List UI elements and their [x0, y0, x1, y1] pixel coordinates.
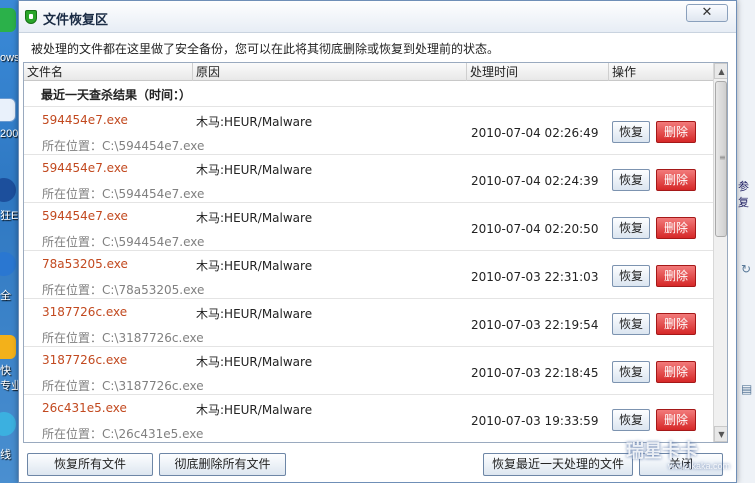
file-location: 所在位置：C:\78a53205.exe [42, 283, 205, 297]
detection-reason: 木马:HEUR/Malware [196, 403, 313, 417]
column-header-name[interactable]: 文件名 [24, 63, 192, 81]
desktop-app-icon[interactable] [0, 335, 16, 359]
file-name: 3187726c.exe [42, 353, 128, 367]
file-name: 26c431e5.exe [42, 401, 127, 415]
restore-button[interactable]: 恢复 [612, 265, 650, 287]
file-location: 所在位置：C:\3187726c.exe [42, 379, 204, 393]
processed-time: 2010-07-03 22:19:54 [471, 318, 599, 332]
detection-reason: 木马:HEUR/Malware [196, 163, 313, 177]
restore-all-button[interactable]: 恢复所有文件 [27, 453, 153, 476]
desktop-icon-label: 全 [0, 290, 11, 302]
desktop-icon-label: 200 [0, 128, 19, 140]
delete-button[interactable]: 删除 [656, 265, 696, 287]
grip-icon: ≡ [719, 153, 726, 162]
restore-button[interactable]: 恢复 [612, 361, 650, 383]
delete-button[interactable]: 删除 [656, 313, 696, 335]
close-icon-button[interactable]: ✕ [686, 4, 728, 22]
scrollbar-thumb[interactable]: ≡ [715, 81, 727, 237]
desktop-app-icon[interactable] [0, 178, 16, 202]
detection-reason: 木马:HEUR/Malware [196, 211, 313, 225]
refresh-icon: ↻ [741, 262, 752, 276]
file-name: 78a53205.exe [42, 257, 128, 271]
file-recovery-dialog: 文件恢复区 ✕ 被处理的文件都在这里做了安全备份，您可以在此将其彻底删除或恢复到… [18, 0, 737, 483]
background-window-right: ↻ 参复 ▤ [735, 0, 755, 483]
restore-button[interactable]: 恢复 [612, 313, 650, 335]
table-row: 3187726c.exe 所在位置：C:\3187726c.exe 木马:HEU… [24, 346, 713, 394]
dialog-title: 文件恢复区 [43, 13, 109, 28]
column-header-action[interactable]: 操作 [608, 63, 713, 81]
dialog-titlebar[interactable]: 文件恢复区 ✕ [19, 1, 736, 33]
file-location: 所在位置：C:\594454e7.exe [42, 235, 205, 249]
watermark-text: 瑞星卡卡 [626, 441, 698, 461]
scroll-up-arrow-icon[interactable]: ▲ [714, 63, 727, 79]
desktop-icon-label: 专业 [0, 380, 20, 392]
restore-recent-button[interactable]: 恢复最近一天处理的文件 [483, 453, 633, 476]
file-name: 594454e7.exe [42, 161, 128, 175]
delete-button[interactable]: 删除 [656, 121, 696, 143]
desktop-icon-label: 狂E [0, 210, 19, 222]
file-name: 3187726c.exe [42, 305, 128, 319]
file-location: 所在位置：C:\594454e7.exe [42, 187, 205, 201]
table-row: 78a53205.exe 所在位置：C:\78a53205.exe 木马:HEU… [24, 250, 713, 298]
processed-time: 2010-07-04 02:20:50 [471, 222, 599, 236]
detection-reason: 木马:HEUR/Malware [196, 259, 313, 273]
desktop-icon-label: ows [0, 52, 20, 64]
table-row: 594454e7.exe 所在位置：C:\594454e7.exe 木马:HEU… [24, 202, 713, 250]
restore-button[interactable]: 恢复 [612, 409, 650, 431]
delete-all-button[interactable]: 彻底删除所有文件 [159, 453, 286, 476]
detection-reason: 木马:HEUR/Malware [196, 307, 313, 321]
dialog-description: 被处理的文件都在这里做了安全备份，您可以在此将其彻底删除或恢复到处理前的状态。 [31, 42, 500, 56]
watermark-url: www.ikaka.com [667, 461, 730, 471]
processed-time: 2010-07-03 22:31:03 [471, 270, 599, 284]
table-row: 3187726c.exe 所在位置：C:\3187726c.exe 木马:HEU… [24, 298, 713, 346]
delete-button[interactable]: 删除 [656, 169, 696, 191]
desktop-app-icon[interactable] [0, 98, 16, 122]
file-location: 所在位置：C:\3187726c.exe [42, 331, 204, 345]
list-header: 文件名 原因 处理时间 操作 [24, 63, 713, 81]
desktop-icon-label: 快 [0, 365, 11, 377]
file-location: 所在位置：C:\26c431e5.exe [42, 427, 204, 441]
delete-button[interactable]: 删除 [656, 409, 696, 431]
column-header-reason[interactable]: 原因 [192, 63, 466, 81]
vertical-scrollbar[interactable]: ▲ ≡ ▼ [713, 63, 727, 442]
shield-icon [25, 10, 37, 24]
desktop-icon-label: 线 [0, 449, 11, 461]
group-title: 最近一天查杀结果（时间：） [41, 88, 192, 102]
detection-reason: 木马:HEUR/Malware [196, 355, 313, 369]
site-watermark: 瑞星卡卡 www.ikaka.com [626, 437, 736, 483]
printer-icon: ▤ [741, 382, 753, 396]
delete-button[interactable]: 删除 [656, 217, 696, 239]
table-row: 594454e7.exe 所在位置：C:\594454e7.exe 木马:HEU… [24, 154, 713, 202]
restore-button[interactable]: 恢复 [612, 169, 650, 191]
background-window-label: 参复 [738, 180, 749, 209]
file-name: 594454e7.exe [42, 113, 128, 127]
file-location: 所在位置：C:\594454e7.exe [42, 139, 205, 153]
restore-button[interactable]: 恢复 [612, 217, 650, 239]
table-row: 26c431e5.exe 所在位置：C:\26c431e5.exe 木马:HEU… [24, 394, 713, 442]
desktop-app-icon[interactable] [0, 8, 16, 32]
restore-button[interactable]: 恢复 [612, 121, 650, 143]
processed-time: 2010-07-04 02:24:39 [471, 174, 599, 188]
detection-reason: 木马:HEUR/Malware [196, 115, 313, 129]
processed-time: 2010-07-04 02:26:49 [471, 126, 599, 140]
desktop-app-icon[interactable] [0, 252, 16, 276]
quarantine-file-list: 文件名 原因 处理时间 操作 最近一天查杀结果（时间：） 594454e7.ex… [23, 62, 728, 443]
delete-button[interactable]: 删除 [656, 361, 696, 383]
file-name: 594454e7.exe [42, 209, 128, 223]
desktop-app-icon[interactable] [0, 412, 16, 436]
column-header-time[interactable]: 处理时间 [466, 63, 608, 81]
table-row: 594454e7.exe 所在位置：C:\594454e7.exe 木马:HEU… [24, 106, 713, 154]
processed-time: 2010-07-03 22:18:45 [471, 366, 599, 380]
desktop-background-left: ows 200 狂E 全 快 专业 线 [0, 0, 20, 483]
processed-time: 2010-07-03 19:33:59 [471, 414, 599, 428]
